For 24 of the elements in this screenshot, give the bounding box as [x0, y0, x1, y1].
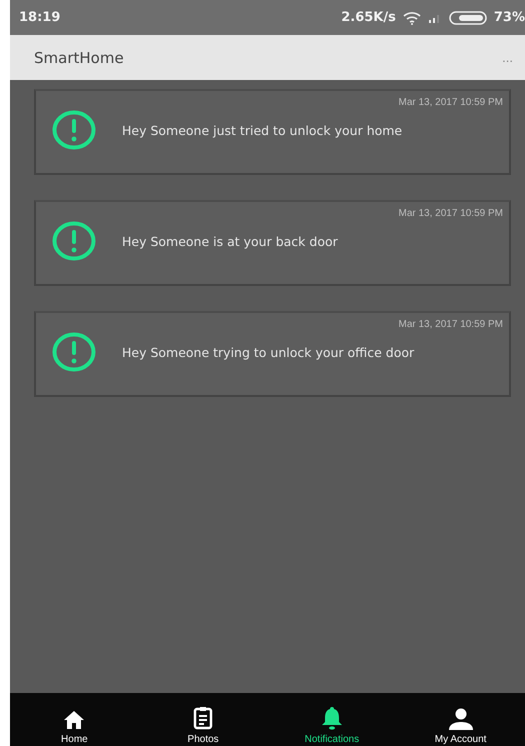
- notification-timestamp: Mar 13, 2017 10:59 PM: [398, 208, 503, 219]
- notification-message: Hey Someone just tried to unlock your home: [122, 122, 402, 138]
- nav-tab[interactable]: Notifications: [268, 693, 396, 746]
- alert-icon: [52, 332, 96, 372]
- nav-tab[interactable]: Photos: [138, 693, 268, 746]
- status-time: 18:19: [19, 10, 60, 25]
- nav-tab[interactable]: Home: [10, 693, 139, 746]
- person-icon: [448, 708, 474, 730]
- battery-icon: [448, 10, 487, 24]
- clipboard-icon: [193, 706, 214, 730]
- notification-message: Hey Someone is at your back door: [122, 234, 338, 248]
- battery-percent: 73%: [494, 10, 525, 25]
- bell-icon: [320, 706, 343, 730]
- notification-timestamp: Mar 13, 2017 10:59 PM: [398, 319, 503, 330]
- nav-tab[interactable]: My Account: [396, 693, 525, 746]
- alert-icon: [52, 221, 96, 261]
- notification-timestamp: Mar 13, 2017 10:59 PM: [398, 97, 503, 108]
- signal-icon: [428, 12, 442, 22]
- alert-icon: [52, 110, 96, 150]
- wifi-icon: [402, 10, 421, 24]
- network-speed: 2.65K/s: [341, 10, 396, 25]
- app-title: SmartHome: [34, 48, 124, 66]
- notification-message: Hey Someone trying to unlock your office door: [122, 344, 414, 360]
- home-icon: [63, 710, 86, 730]
